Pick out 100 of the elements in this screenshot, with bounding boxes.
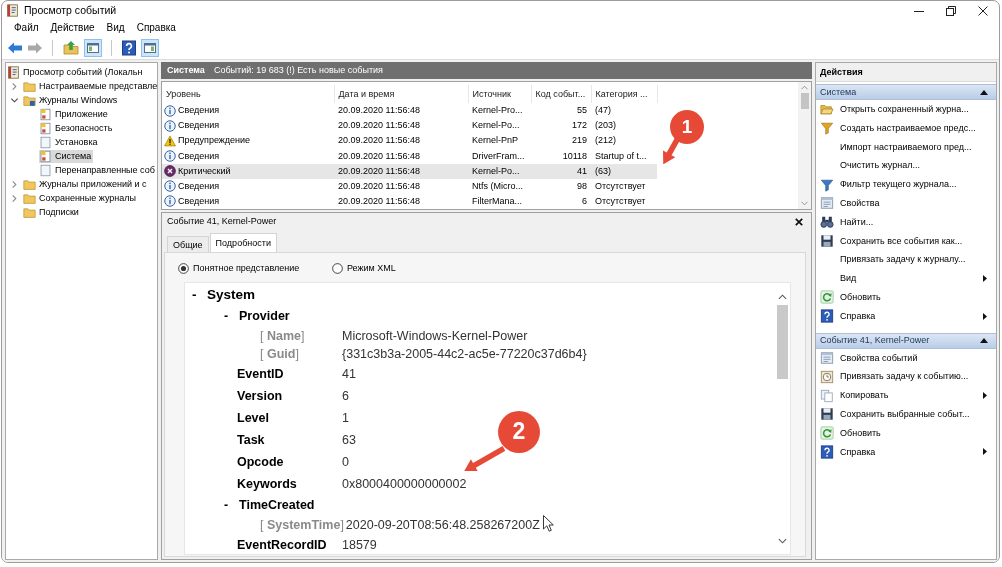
panel-icon[interactable] [84, 38, 102, 57]
action-item[interactable]: Сохранить все события как... [816, 231, 996, 251]
collapse-caret-icon[interactable] [980, 89, 988, 95]
field-value: 1 [342, 410, 349, 426]
table-row[interactable]: Сведения 20.09.2020 11:56:48 Ntfs (Micro... 98 Отсутствует [162, 178, 657, 194]
table-row[interactable]: Сведения 20.09.2020 11:56:48 DriverFram... 10118 Startup of t... [162, 148, 657, 164]
column-header[interactable]: Уровень [162, 85, 334, 103]
section-header[interactable]: Система [816, 84, 996, 100]
scrollbar-thumb[interactable] [777, 305, 788, 379]
action-item[interactable]: Импорт настраиваемого пред... [816, 137, 996, 157]
action-item[interactable]: Очистить журнал... [816, 156, 996, 176]
action-item[interactable]: Сохранить выбранные событ... [816, 404, 996, 424]
action-item[interactable]: Найти... [816, 212, 996, 232]
submenu-arrow-icon[interactable] [983, 448, 987, 456]
scroll-down-icon[interactable] [778, 538, 787, 544]
radio-label[interactable]: Понятное представление [193, 263, 300, 274]
action-item[interactable]: Свойства событий [816, 348, 996, 368]
column-header[interactable]: Категория ... [591, 85, 657, 103]
open-folder-icon [820, 102, 834, 117]
action-item[interactable]: Копировать [816, 386, 996, 405]
tab[interactable]: Общие [167, 236, 209, 252]
tree-item[interactable]: Подписки [23, 205, 81, 219]
actions-title: Действия [816, 63, 996, 82]
column-header[interactable]: Код событ... [531, 85, 591, 103]
collapse-toggle[interactable]: - [192, 287, 207, 304]
scroll-up-icon[interactable] [778, 294, 787, 300]
folder-icon [23, 177, 36, 191]
field-name: EventID [237, 366, 285, 382]
tree-item[interactable]: Журналы приложений и с [23, 177, 149, 191]
tree-item[interactable]: Перенаправленные соб [39, 163, 157, 177]
close-icon[interactable] [795, 217, 803, 226]
table-cell-text: 20.09.2020 11:56:48 [337, 119, 421, 133]
column-header[interactable]: Дата и время [334, 85, 468, 103]
attribute-name: [ Guid] [260, 346, 300, 362]
section-header[interactable]: Событие 41, Kernel-Power [816, 332, 996, 349]
tree-item[interactable]: Установка [39, 135, 100, 149]
action-item[interactable]: Обновить [816, 287, 996, 307]
action-item[interactable]: Открыть сохраненный журна... [816, 100, 996, 119]
action-item[interactable]: Обновить [816, 423, 996, 443]
expand-chevron-icon[interactable] [10, 81, 19, 91]
section-name: TimeCreated [239, 498, 315, 513]
help-icon [820, 309, 834, 324]
tree-item[interactable]: Приложение [39, 107, 110, 121]
radio-label[interactable]: Режим XML [347, 263, 396, 274]
table-cell: Критический [178, 165, 231, 177]
table-cell: Kernel-Pro... [468, 103, 531, 119]
table-cell: Сведения [178, 150, 220, 162]
action-item[interactable]: Справка [816, 442, 996, 462]
log-title: Система [167, 65, 205, 76]
restore-icon[interactable] [946, 5, 956, 16]
submenu-arrow-icon[interactable] [983, 275, 987, 283]
panel-icon[interactable] [141, 38, 159, 57]
table-row[interactable]: Сведения 20.09.2020 11:56:48 Kernel-Po... 172 (203) [162, 118, 657, 134]
collapse-caret-icon[interactable] [980, 338, 988, 344]
submenu-arrow-icon[interactable] [983, 312, 987, 320]
close-icon[interactable] [978, 5, 988, 16]
field-value: 18579 [342, 537, 377, 553]
help-icon[interactable] [121, 39, 137, 56]
tree-item[interactable]: Сохраненные журналы [23, 191, 139, 205]
radio-button[interactable] [332, 263, 343, 274]
event-count: Событий: 19 683 (!) Есть новые события [213, 65, 383, 76]
tree-item[interactable]: Журналы Windows [23, 93, 120, 107]
action-item[interactable]: Привязать задачу к журналу... [816, 250, 996, 270]
menu-item[interactable]: Вид [100, 20, 131, 36]
expand-chevron-icon[interactable] [10, 193, 19, 203]
tree-item[interactable]: Настраиваемые представле [23, 79, 157, 93]
action-item[interactable]: Свойства [816, 194, 996, 213]
expand-chevron-icon[interactable] [10, 179, 19, 189]
funnel-icon [820, 177, 834, 192]
tree-item[interactable]: Система [39, 149, 94, 163]
action-item[interactable]: Фильтр текущего журнала... [816, 175, 996, 194]
table-row[interactable]: Критический 20.09.2020 11:56:48 Kernel-Po... 41 (63) [162, 163, 657, 179]
radio-button[interactable] [178, 263, 189, 274]
table-cell: (47) [591, 103, 657, 119]
scrollbar-thumb[interactable] [800, 93, 809, 109]
table-cell-text: 6 [581, 195, 588, 208]
window-title: Просмотр событий [24, 4, 117, 17]
tree-item[interactable]: Просмотр событий (Локальн [7, 65, 145, 79]
table-cell-text: FilterMana... [471, 195, 523, 208]
table-row[interactable]: Сведения 20.09.2020 11:56:48 FilterMana... 6 Отсутствует [162, 193, 657, 209]
table-row[interactable]: Сведения 20.09.2020 11:56:48 Kernel-Pro... 55 (47) [162, 103, 657, 119]
log-book-icon [6, 4, 19, 17]
table-cell: Предупреждение [178, 135, 251, 147]
menu-item[interactable]: Файл [8, 20, 45, 36]
field-value: 6 [342, 388, 349, 404]
tree-item[interactable]: Безопасность [39, 121, 115, 135]
collapse-toggle[interactable]: - [224, 498, 239, 513]
table-row[interactable]: Предупреждение 20.09.2020 11:56:48 Kernel-PnP 219 (212) [162, 133, 657, 149]
action-item[interactable]: Привязать задачу к событию... [816, 367, 996, 387]
tab[interactable]: Подробности [209, 233, 277, 252]
submenu-arrow-icon[interactable] [983, 392, 987, 400]
column-header[interactable]: Источник [468, 85, 531, 103]
action-item[interactable]: Справка [816, 306, 996, 326]
action-item[interactable]: Создать настраиваемое предс... [816, 118, 996, 138]
menu-item[interactable]: Справка [130, 20, 182, 36]
action-item[interactable]: Вид [816, 269, 996, 288]
menu-item[interactable]: Действие [44, 20, 101, 36]
table-cell: Startup of t... [591, 148, 657, 164]
collapse-toggle[interactable]: - [224, 309, 239, 324]
folder-up-icon[interactable] [62, 38, 80, 57]
